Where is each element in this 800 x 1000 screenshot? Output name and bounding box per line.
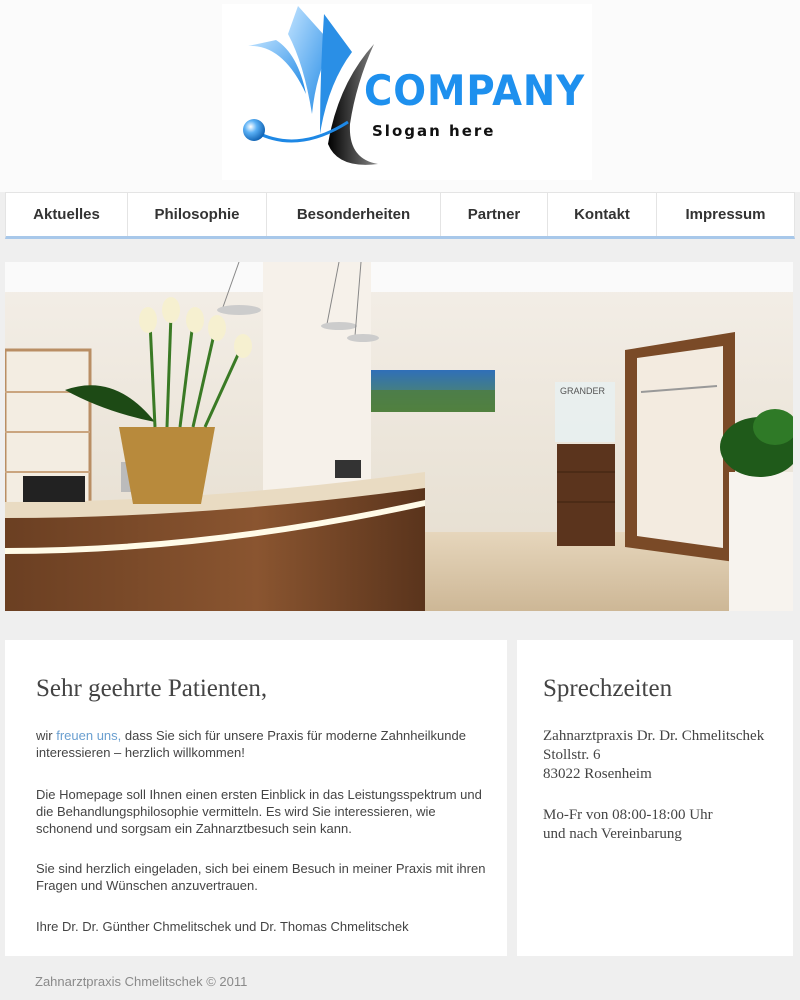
hours-weekdays: Mo-Fr von 08:00-18:00 Uhr — [543, 807, 713, 823]
address-city: 83022 Rosenheim — [543, 766, 652, 782]
office-hours-title: Sprechzeiten — [543, 675, 673, 702]
welcome-panel: Sehr geehrte Patienten, wir freuen uns, … — [5, 640, 507, 956]
nav-item-partner[interactable]: Partner — [441, 193, 548, 236]
logo[interactable]: COMPANY Slogan here — [222, 4, 592, 180]
nav-item-philosophie[interactable]: Philosophie — [128, 193, 267, 236]
freuen-uns-link[interactable]: freuen uns, — [56, 728, 121, 743]
welcome-title: Sehr geehrte Patienten, — [36, 675, 268, 702]
footer-copyright: Zahnarztpraxis Chmelitschek © 2011 — [35, 974, 248, 989]
company-logo-icon — [243, 6, 378, 165]
signature: Ihre Dr. Dr. Günther Chmelitschek und Dr… — [36, 919, 409, 934]
nav-item-aktuelles[interactable]: Aktuelles — [6, 193, 128, 236]
sign-text: GRANDER — [560, 386, 606, 396]
address-practice: Zahnarztpraxis Dr. Dr. Chmelitschek — [543, 728, 765, 744]
address-street: Stollstr. 6 — [543, 747, 601, 763]
nav-item-besonderheiten[interactable]: Besonderheiten — [267, 193, 441, 236]
header: COMPANY Slogan here — [0, 0, 800, 192]
intro-text-start: wir — [36, 728, 57, 743]
reception-photo: GRANDER — [5, 262, 793, 611]
intro-paragraph: wir freuen uns, dass Sie sich für unsere… — [36, 727, 486, 761]
nav-item-impressum[interactable]: Impressum — [657, 193, 794, 236]
hours-appointment: und nach Vereinbarung — [543, 826, 682, 842]
paragraph-homepage: Die Homepage soll Ihnen einen ersten Ein… — [36, 787, 482, 836]
office-hours-panel: Sprechzeiten Zahnarztpraxis Dr. Dr. Chme… — [517, 640, 793, 956]
paragraph-invitation: Sie sind herzlich eingeladen, sich bei e… — [36, 861, 486, 893]
brand-slogan: Slogan here — [372, 122, 496, 140]
main-nav: Aktuelles Philosophie Besonderheiten Par… — [5, 192, 795, 239]
brand-name: COMPANY — [364, 66, 586, 115]
hero-image: GRANDER — [5, 262, 793, 611]
nav-item-kontakt[interactable]: Kontakt — [548, 193, 657, 236]
